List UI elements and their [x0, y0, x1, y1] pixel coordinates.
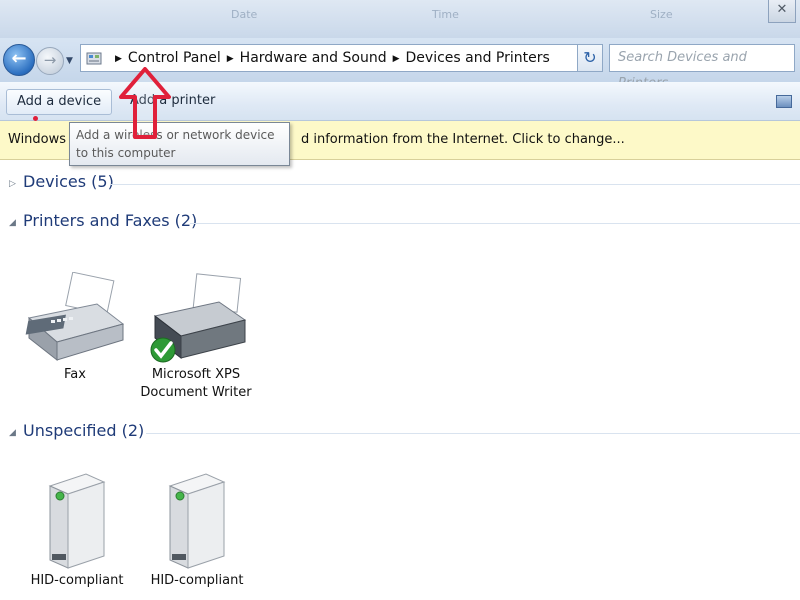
group-title-devices[interactable]: Devices (5)	[23, 172, 114, 191]
breadcrumb-separator-icon[interactable]: ▶	[393, 50, 400, 68]
device-label-line-1: Microsoft XPS	[151, 367, 241, 382]
info-bar-text: d information from the Internet. Click t…	[301, 132, 625, 147]
title-bar: Date Time Size ✕	[0, 0, 800, 38]
recent-pages-dropdown-icon[interactable]: ▼	[66, 56, 73, 66]
close-button[interactable]: ✕	[768, 0, 796, 23]
breadcrumb: ▶ Control Panel ▶ Hardware and Sound ▶ D…	[109, 50, 550, 68]
printer-icon	[150, 273, 247, 363]
ghost-column-date: Date	[231, 8, 258, 21]
fax-icon	[25, 272, 125, 362]
device-item-hid-2[interactable]: HID-compliant	[142, 468, 252, 590]
group-unspecified[interactable]: ◢ Unspecified (2)	[0, 418, 800, 448]
collapsed-expander-icon[interactable]: ▷	[9, 179, 16, 189]
group-divider	[146, 433, 800, 434]
device-item-xps-writer[interactable]: Microsoft XPS Document Writer	[136, 272, 256, 402]
breadcrumb-separator-icon[interactable]: ▶	[227, 50, 234, 68]
search-input[interactable]: Search Devices and Printers	[609, 44, 795, 91]
group-title-printers[interactable]: Printers and Faxes (2)	[23, 211, 197, 230]
device-label: HID-compliant	[30, 573, 124, 588]
back-button[interactable]: ←	[3, 44, 35, 76]
group-divider	[110, 184, 800, 185]
group-printers-and-faxes[interactable]: ◢ Printers and Faxes (2)	[0, 208, 800, 238]
control-panel-icon	[86, 52, 102, 65]
ghost-column-size: Size	[650, 8, 673, 21]
device-label-line-2: Document Writer	[140, 385, 252, 400]
hid-device-icon	[48, 473, 106, 569]
add-device-tooltip: Add a wireless or network device to this…	[69, 122, 290, 166]
breadcrumb-control-panel[interactable]: Control Panel	[128, 50, 221, 68]
info-bar-text-start: Windows	[8, 132, 67, 147]
device-item-hid-1[interactable]: HID-compliant	[22, 468, 132, 590]
group-devices[interactable]: ▷ Devices (5)	[0, 169, 800, 199]
breadcrumb-devices-and-printers[interactable]: Devices and Printers	[406, 50, 550, 68]
expanded-expander-icon[interactable]: ◢	[9, 428, 16, 438]
device-label: Fax	[64, 367, 86, 382]
forward-button[interactable]: →	[36, 47, 64, 75]
change-view-icon[interactable]	[776, 95, 792, 108]
expanded-expander-icon[interactable]: ◢	[9, 218, 16, 228]
device-item-fax[interactable]: Fax	[20, 272, 130, 384]
hid-device-icon	[168, 473, 226, 569]
group-divider	[190, 223, 800, 224]
breadcrumb-separator-icon: ▶	[115, 54, 122, 64]
group-title-unspecified[interactable]: Unspecified (2)	[23, 421, 144, 440]
device-label: HID-compliant	[150, 573, 244, 588]
breadcrumb-hardware-and-sound[interactable]: Hardware and Sound	[240, 50, 387, 68]
ghost-column-time: Time	[432, 8, 459, 21]
refresh-button[interactable]: ↻	[577, 44, 603, 72]
add-device-button[interactable]: Add a device	[6, 89, 113, 115]
annotation-arrow-icon	[119, 67, 171, 139]
